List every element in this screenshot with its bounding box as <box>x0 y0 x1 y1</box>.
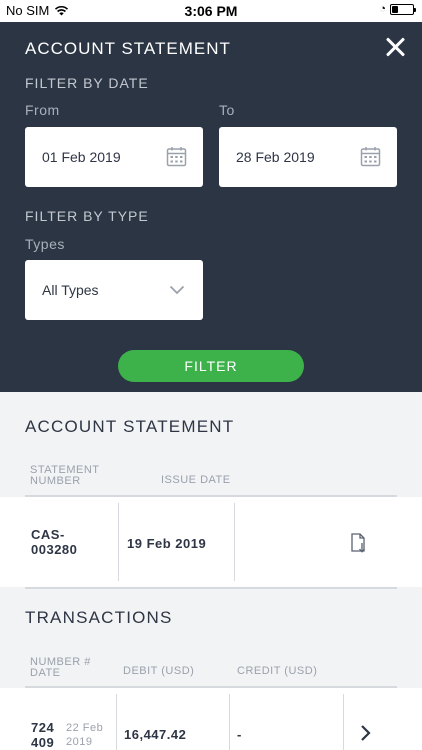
transaction-debit: 16,447.42 <box>124 727 187 742</box>
transactions-heading: TRANSACTIONS <box>25 608 173 627</box>
col-issue-date: ISSUE DATE <box>161 474 231 486</box>
col-credit: CREDIT (USD) <box>237 665 318 677</box>
to-date-value: 28 Feb 2019 <box>236 149 315 165</box>
divider <box>343 694 344 750</box>
divider <box>25 587 397 589</box>
lock-rotation-icon: ◔ <box>379 3 386 15</box>
download-document-icon[interactable] <box>350 533 368 553</box>
calendar-icon[interactable] <box>166 146 187 167</box>
filter-panel: ACCOUNT STATEMENT FILTER BY DATE From To… <box>0 22 422 392</box>
types-label: Types <box>25 236 65 252</box>
statement-number: CAS- 003280 <box>31 527 78 557</box>
col-statement-number-label: STATEMENT NUMBER <box>30 464 100 487</box>
chevron-down-icon <box>169 285 185 295</box>
types-select[interactable]: All Types <box>25 260 203 320</box>
divider <box>116 694 117 750</box>
statement-heading: ACCOUNT STATEMENT <box>25 417 235 436</box>
col-number-date: NUMBER # DATE <box>30 656 91 679</box>
transaction-date: 22 Feb 2019 <box>66 722 104 748</box>
transaction-number: 724 409 <box>31 720 55 750</box>
panel-title: ACCOUNT STATEMENT <box>25 39 231 58</box>
col-debit: DEBIT (USD) <box>123 665 195 677</box>
col-statement-number: STATEMENT NUMBER <box>30 465 120 487</box>
status-right: ◔ <box>379 3 416 15</box>
divider <box>234 503 235 581</box>
divider <box>229 694 230 750</box>
divider <box>118 503 119 581</box>
to-label: To <box>219 102 235 118</box>
transaction-row[interactable]: 724 409 22 Feb 2019 16,447.42 - <box>0 688 422 750</box>
calendar-icon[interactable] <box>360 146 381 167</box>
filter-by-type-label: FILTER BY TYPE <box>25 208 149 224</box>
statement-row[interactable]: CAS- 003280 19 Feb 2019 <box>0 497 422 587</box>
battery-icon <box>390 3 416 15</box>
close-icon[interactable] <box>384 36 406 58</box>
filter-by-date-label: FILTER BY DATE <box>25 75 149 91</box>
from-date-field[interactable]: 01 Feb 2019 <box>25 127 203 187</box>
status-bar: No SIM 3:06 PM ◔ <box>0 0 422 22</box>
chevron-right-icon[interactable] <box>360 724 371 742</box>
from-label: From <box>25 102 60 118</box>
types-value: All Types <box>42 282 99 298</box>
from-date-value: 01 Feb 2019 <box>42 149 121 165</box>
to-date-field[interactable]: 28 Feb 2019 <box>219 127 397 187</box>
clock: 3:06 PM <box>184 3 238 19</box>
filter-button[interactable]: FILTER <box>118 350 304 382</box>
statement-issue-date: 19 Feb 2019 <box>127 536 207 551</box>
transaction-credit: - <box>237 727 242 742</box>
